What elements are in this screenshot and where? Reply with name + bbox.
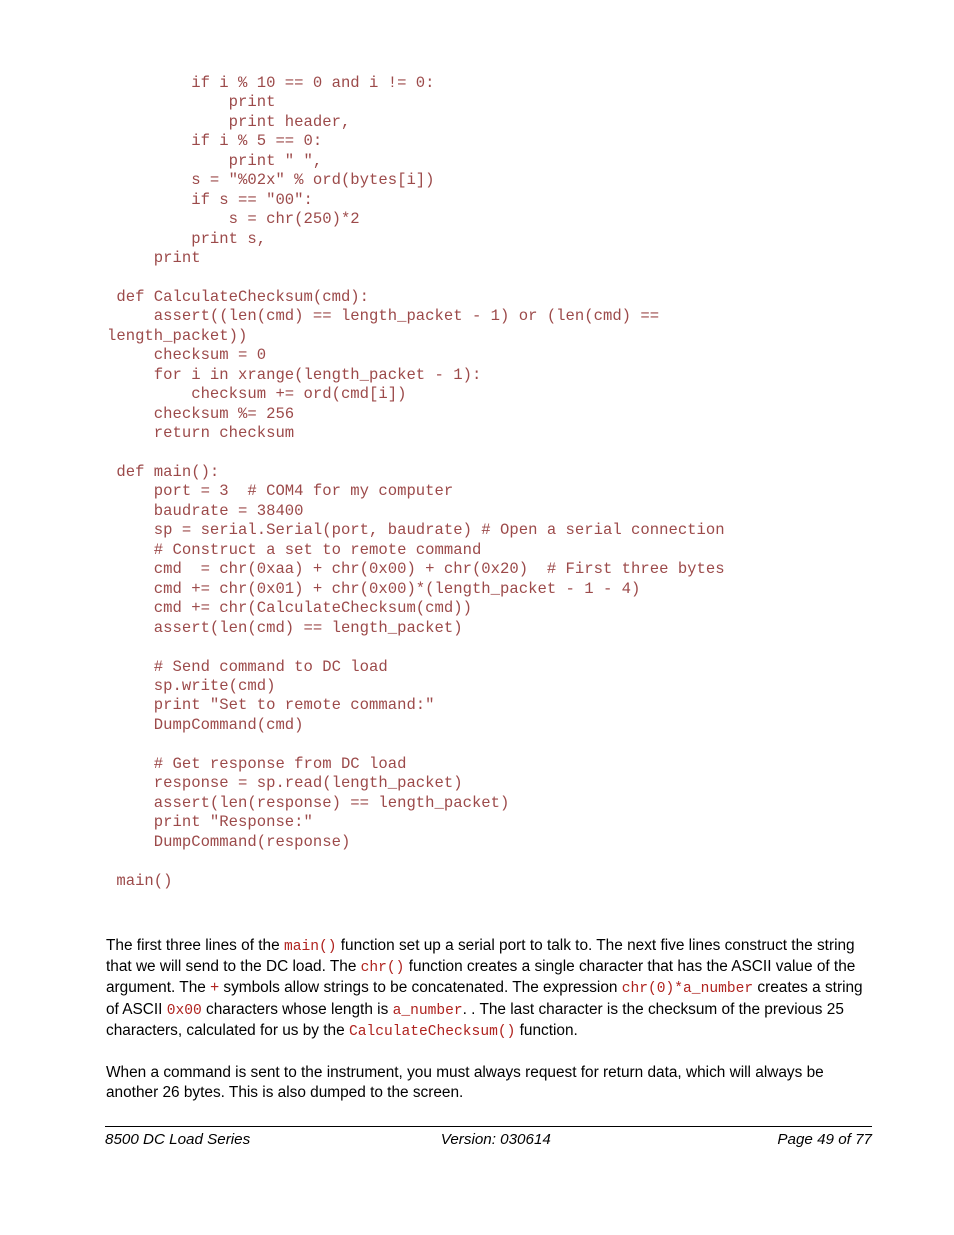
code-line: assert((len(cmd) == length_packet - 1) o… xyxy=(107,307,660,326)
page-footer: 8500 DC Load Series Version: 030614 Page… xyxy=(105,1126,872,1148)
code-line: cmd = chr(0xaa) + chr(0x00) + chr(0x20) … xyxy=(107,560,725,579)
code-line: if i % 5 == 0: xyxy=(107,132,323,151)
paragraph-text: The first three lines of the main() func… xyxy=(106,936,864,1042)
inline-code-chr: chr() xyxy=(360,960,405,977)
code-line: return checksum xyxy=(107,424,295,443)
code-line: print s, xyxy=(107,229,267,248)
code-line: baudrate = 38400 xyxy=(107,501,304,520)
code-line: cmd += chr(CalculateChecksum(cmd)) xyxy=(107,599,472,618)
code-line: print xyxy=(107,93,276,112)
inline-code-calculatechecksum: CalculateChecksum() xyxy=(348,1023,516,1040)
footer-page-number: Page 49 of 77 xyxy=(777,1131,872,1148)
code-line: assert(len(response) == length_packet) xyxy=(107,793,510,812)
inline-code-a-number: a_number xyxy=(392,1002,463,1019)
code-line: for i in xrange(length_packet - 1): xyxy=(107,365,482,384)
text-segment: characters whose length is xyxy=(201,1000,393,1018)
code-line: length_packet)) xyxy=(107,326,248,345)
code-line: response = sp.read(length_packet) xyxy=(107,774,463,793)
code-line: checksum = 0 xyxy=(107,346,267,365)
paragraph-code-explanation: The first three lines of the main() func… xyxy=(106,936,864,1042)
code-line: DumpCommand(cmd) xyxy=(107,715,304,734)
footer-version: Version: 030614 xyxy=(440,1131,551,1148)
code-line: # Get response from DC load xyxy=(107,754,407,773)
footer-document-title: 8500 DC Load Series xyxy=(105,1131,251,1148)
code-line: cmd += chr(0x01) + chr(0x00)*(length_pac… xyxy=(107,579,641,598)
code-line: sp = serial.Serial(port, baudrate) # Ope… xyxy=(107,521,725,540)
python-code-listing: if i % 10 == 0 and i != 0: print print h… xyxy=(107,74,907,891)
code-line: checksum %= 256 xyxy=(107,404,295,423)
code-line: def main(): xyxy=(107,463,220,482)
code-line: DumpCommand(response) xyxy=(107,832,351,851)
code-line: print " ", xyxy=(107,151,323,170)
code-line: if s == "00": xyxy=(107,190,313,209)
code-line: checksum += ord(cmd[i]) xyxy=(107,385,407,404)
code-line: port = 3 # COM4 for my computer xyxy=(107,482,454,501)
text-segment: The first three lines of the xyxy=(106,937,284,954)
code-line: assert(len(cmd) == length_packet) xyxy=(107,618,463,637)
code-line: print "Response:" xyxy=(107,813,313,832)
code-line: s = "%02x" % ord(bytes[i]) xyxy=(107,171,435,190)
code-line: s = chr(250)*2 xyxy=(107,210,360,229)
code-line: # Construct a set to remote command xyxy=(107,540,482,559)
inline-code-hex-zero: 0x00 xyxy=(166,1002,202,1019)
code-line: if i % 10 == 0 and i != 0: xyxy=(107,74,435,92)
code-line: def CalculateChecksum(cmd): xyxy=(107,287,370,306)
code-line: main() xyxy=(107,871,173,890)
document-page: if i % 10 == 0 and i != 0: print print h… xyxy=(0,0,954,1235)
text-segment: function. xyxy=(515,1021,578,1039)
text-segment: symbols allow strings to be concatenated… xyxy=(219,979,622,997)
code-line: print header, xyxy=(107,112,351,131)
inline-plus-symbol: + xyxy=(210,979,220,997)
code-line: print xyxy=(107,249,201,268)
code-line: sp.write(cmd) xyxy=(107,677,276,695)
inline-code-main: main() xyxy=(283,939,337,955)
code-line: # Send command to DC load xyxy=(107,657,388,676)
code-line: print "Set to remote command:" xyxy=(107,696,435,715)
inline-code-chr-multiply: chr(0)*a_number xyxy=(621,981,754,998)
paragraph-text: When a command is sent to the instrument… xyxy=(106,1064,824,1102)
paragraph-return-data: When a command is sent to the instrument… xyxy=(106,1063,864,1103)
